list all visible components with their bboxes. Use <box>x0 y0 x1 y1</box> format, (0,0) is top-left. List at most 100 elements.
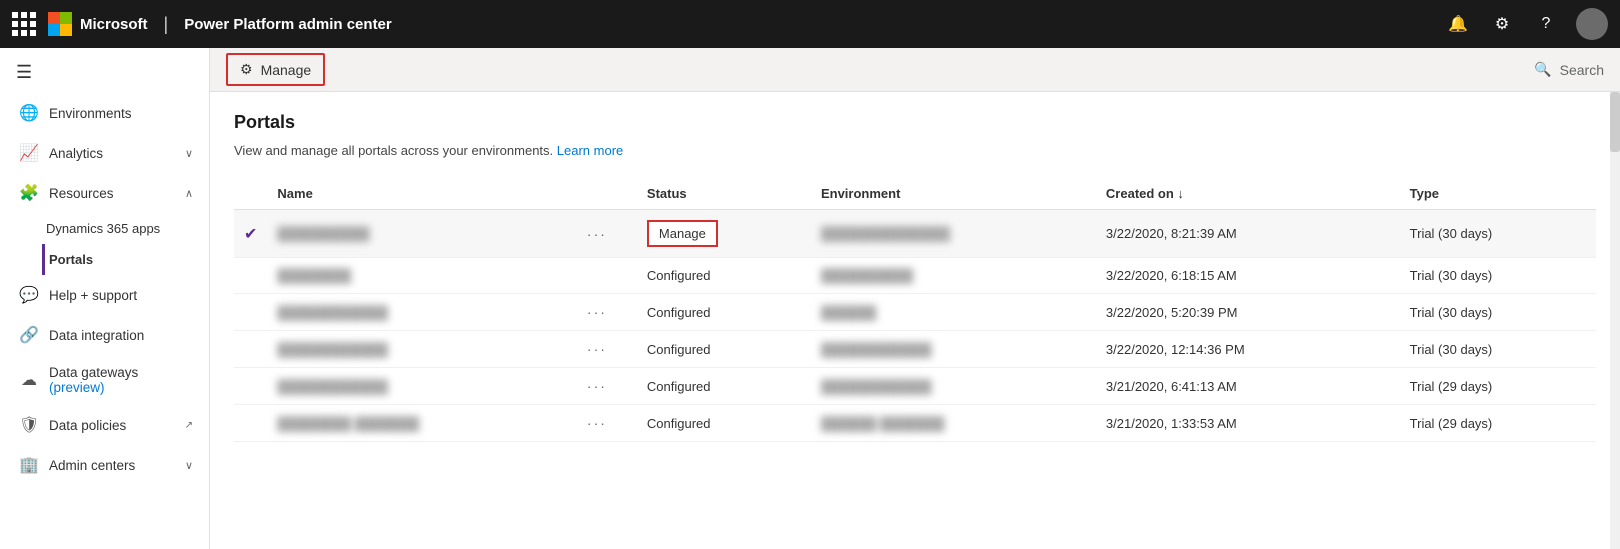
row-actions[interactable]: ··· <box>577 405 637 442</box>
search-label: Search <box>1560 62 1604 78</box>
subtitle-text: View and manage all portals across your … <box>234 143 553 158</box>
sidebar-admin-centers-label: Admin centers <box>49 458 175 473</box>
sidebar-item-analytics[interactable]: 📈 Analytics ∨ <box>0 133 209 173</box>
inline-manage-button[interactable]: Manage <box>647 220 718 247</box>
row-select[interactable] <box>234 405 267 442</box>
row-dots-menu[interactable]: ··· <box>587 304 607 320</box>
col-status: Status <box>637 178 811 210</box>
row-dots-menu[interactable]: ··· <box>587 415 607 431</box>
row-dots-menu[interactable]: ··· <box>587 226 607 242</box>
content-area: ⚙ Manage 🔍 Search Portals View and manag… <box>210 48 1620 549</box>
bell-icon[interactable]: 🔔 <box>1444 10 1472 38</box>
row-environment: ██████ ███████ <box>811 405 1096 442</box>
row-environment: ██████████ <box>811 258 1096 294</box>
row-actions[interactable]: ··· <box>577 368 637 405</box>
sidebar: ☰ 🌐 Environments 📈 Analytics ∨ 🧩 Resourc… <box>0 48 210 549</box>
sidebar-item-data-gateways[interactable]: ☁ Data gateways (preview) <box>0 355 209 405</box>
row-created-on: 3/22/2020, 8:21:39 AM <box>1096 210 1400 258</box>
sidebar-analytics-label: Analytics <box>49 146 175 161</box>
row-select[interactable] <box>234 294 267 331</box>
row-created-on: 3/22/2020, 12:14:36 PM <box>1096 331 1400 368</box>
row-actions[interactable]: ··· <box>577 331 637 368</box>
environments-icon: 🌐 <box>19 103 39 123</box>
row-type: Trial (29 days) <box>1400 368 1596 405</box>
sidebar-environments-label: Environments <box>49 106 193 121</box>
portals-table: Name Status Environment Created on ↓ Typ… <box>234 178 1596 442</box>
sidebar-item-dynamics365[interactable]: Dynamics 365 apps <box>46 213 209 244</box>
scrollbar-track[interactable] <box>1610 92 1620 549</box>
sidebar-item-admin-centers[interactable]: 🏢 Admin centers ∨ <box>0 445 209 485</box>
checkmark-icon: ✔ <box>244 226 257 243</box>
row-name: ████████ <box>267 258 577 294</box>
row-type: Trial (29 days) <box>1400 405 1596 442</box>
sidebar-item-data-policies[interactable]: 🛡 Data policies ↗ <box>0 405 209 445</box>
row-created-on: 3/21/2020, 1:33:53 AM <box>1096 405 1400 442</box>
row-actions[interactable] <box>577 258 637 294</box>
avatar[interactable] <box>1576 8 1608 40</box>
row-environment: ██████████████ <box>811 210 1096 258</box>
row-status: Configured <box>637 368 811 405</box>
sidebar-item-environments[interactable]: 🌐 Environments <box>0 93 209 133</box>
table-row[interactable]: ████████████···Configured████████████3/2… <box>234 368 1596 405</box>
col-actions <box>577 178 637 210</box>
row-type: Trial (30 days) <box>1400 258 1596 294</box>
admin-centers-icon: 🏢 <box>19 455 39 475</box>
analytics-chevron: ∨ <box>185 147 193 160</box>
sidebar-resources-label: Resources <box>49 186 175 201</box>
search-area[interactable]: 🔍 Search <box>1534 61 1604 78</box>
table-row[interactable]: ████████ Configured██████████3/22/2020, 6… <box>234 258 1596 294</box>
hamburger-button[interactable]: ☰ <box>0 52 209 93</box>
row-name: ██████████ <box>267 210 577 258</box>
row-select[interactable]: ✔ <box>234 210 267 258</box>
table-row[interactable]: ✔ ██████████ ··· Manage ██████████████3/22/2… <box>234 210 1596 258</box>
row-created-on: 3/22/2020, 5:20:39 PM <box>1096 294 1400 331</box>
col-created-on[interactable]: Created on ↓ <box>1096 178 1400 210</box>
row-dots-menu[interactable]: ··· <box>587 341 607 357</box>
sub-navigation-bar: ⚙ Manage 🔍 Search <box>210 48 1620 92</box>
row-select[interactable] <box>234 331 267 368</box>
sidebar-help-support-label: Help + support <box>49 288 193 303</box>
microsoft-label: Microsoft <box>80 16 148 33</box>
table-header-row: Name Status Environment Created on ↓ Typ… <box>234 178 1596 210</box>
row-select[interactable] <box>234 258 267 294</box>
manage-button[interactable]: ⚙ Manage <box>226 53 325 86</box>
row-dots-menu[interactable]: ··· <box>587 378 607 394</box>
help-support-icon: 💬 <box>19 285 39 305</box>
col-select <box>234 178 267 210</box>
main-content: Portals View and manage all portals acro… <box>210 92 1620 549</box>
admin-centers-chevron: ∨ <box>185 459 193 472</box>
sidebar-data-policies-label: Data policies <box>49 418 175 433</box>
row-name: ████████ ███████ <box>267 405 577 442</box>
manage-gear-icon: ⚙ <box>240 61 253 78</box>
search-icon: 🔍 <box>1534 61 1551 78</box>
sidebar-item-help-support[interactable]: 💬 Help + support <box>0 275 209 315</box>
row-status: Configured <box>637 258 811 294</box>
settings-icon[interactable]: ⚙ <box>1488 10 1516 38</box>
row-actions[interactable]: ··· <box>577 210 637 258</box>
table-row[interactable]: ████████████···Configured████████████3/2… <box>234 331 1596 368</box>
table-row[interactable]: ████████████···Configured██████3/22/2020… <box>234 294 1596 331</box>
microsoft-logo: Microsoft <box>48 12 148 36</box>
page-title: Portals <box>234 112 1596 133</box>
row-environment: ██████ <box>811 294 1096 331</box>
col-environment: Environment <box>811 178 1096 210</box>
scrollbar-thumb[interactable] <box>1610 92 1620 152</box>
row-environment: ████████████ <box>811 368 1096 405</box>
waffle-menu[interactable] <box>12 12 36 36</box>
table-row[interactable]: ████████ ███████···Configured██████ ████… <box>234 405 1596 442</box>
row-name: ████████████ <box>267 294 577 331</box>
row-name: ████████████ <box>267 368 577 405</box>
row-created-on: 3/22/2020, 6:18:15 AM <box>1096 258 1400 294</box>
sidebar-item-portals[interactable]: Portals <box>42 244 209 275</box>
col-name: Name <box>267 178 577 210</box>
sidebar-item-resources[interactable]: 🧩 Resources ∧ <box>0 173 209 213</box>
row-created-on: 3/21/2020, 6:41:13 AM <box>1096 368 1400 405</box>
sidebar-item-data-integration[interactable]: 🔗 Data integration <box>0 315 209 355</box>
row-select[interactable] <box>234 368 267 405</box>
divider: | <box>164 14 169 35</box>
row-actions[interactable]: ··· <box>577 294 637 331</box>
learn-more-link[interactable]: Learn more <box>557 143 623 158</box>
help-icon[interactable]: ? <box>1532 10 1560 38</box>
row-status: Manage <box>637 210 811 258</box>
sidebar-data-gateways-label: Data gateways (preview) <box>49 365 193 395</box>
